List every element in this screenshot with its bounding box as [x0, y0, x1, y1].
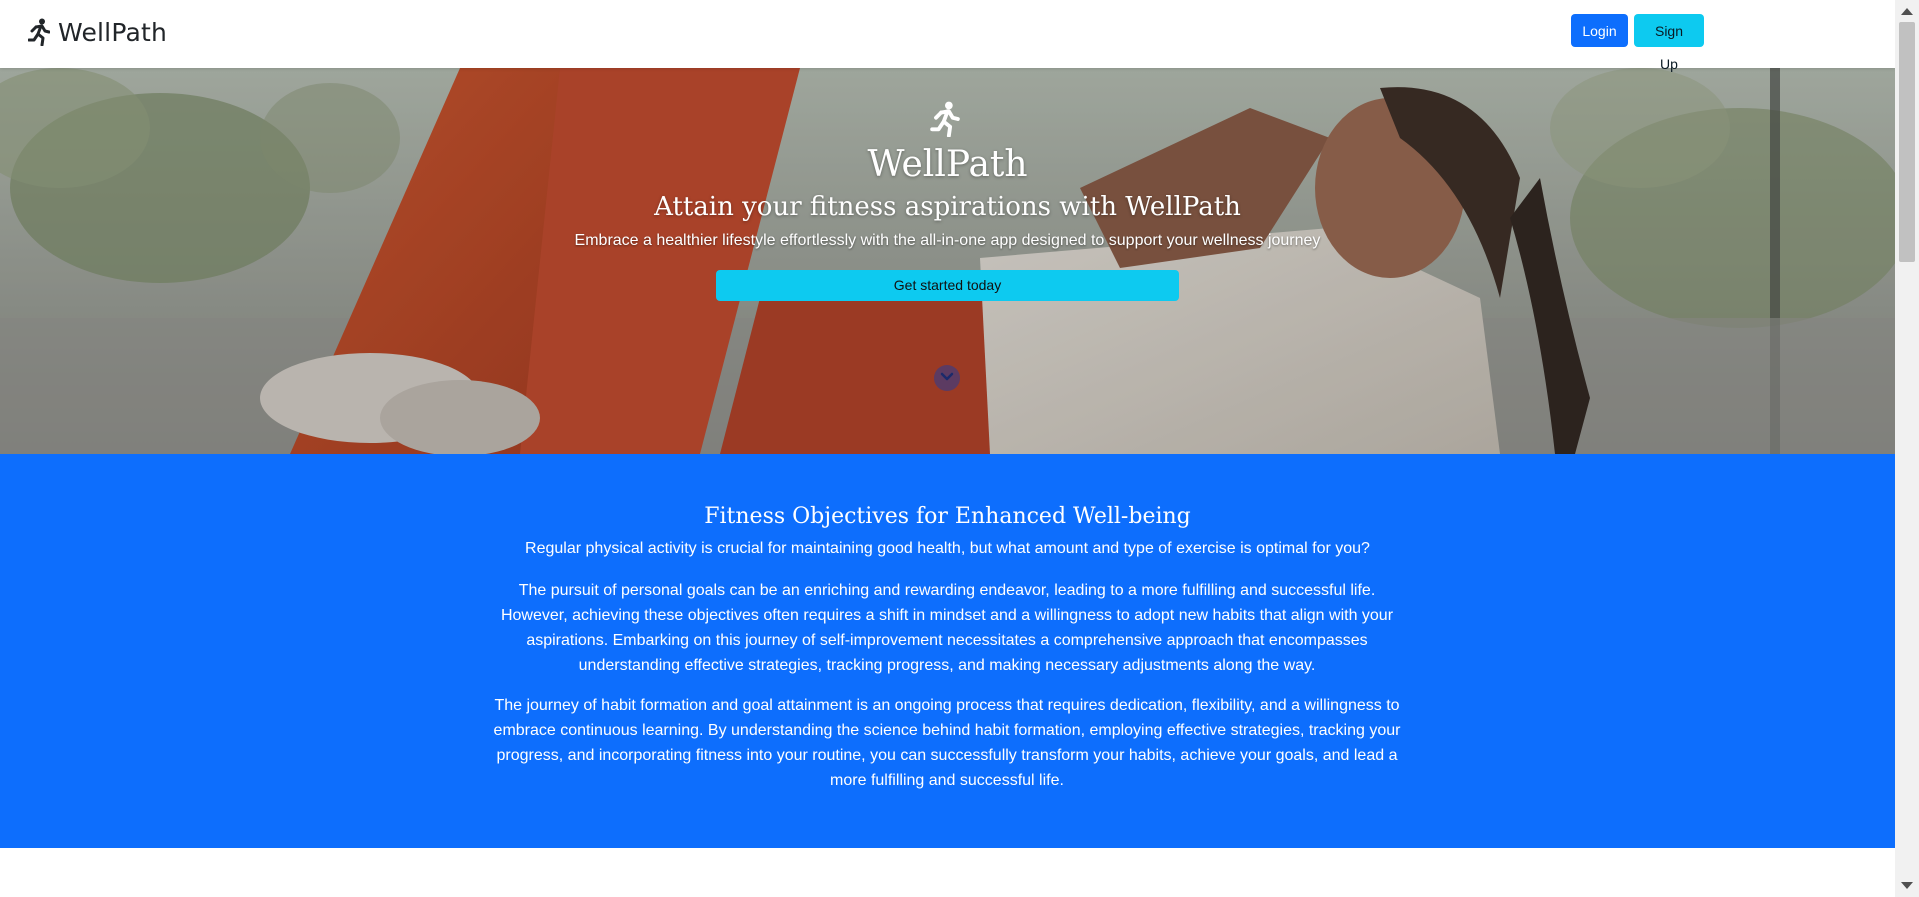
get-started-button[interactable]: Get started today: [716, 270, 1179, 301]
chevron-down-icon: [940, 369, 954, 387]
scroll-down-button[interactable]: [934, 365, 960, 391]
signup-button[interactable]: Sign Up: [1634, 14, 1704, 72]
section-paragraph: The pursuit of personal goals can be an …: [500, 582, 1394, 674]
nav-buttons: Login Sign Up: [1571, 14, 1704, 72]
hero-section: WellPath Attain your fitness aspirations…: [0, 68, 1895, 454]
hero-subtitle: Attain your fitness aspirations with Wel…: [654, 192, 1241, 222]
running-person-icon: [28, 18, 50, 46]
scroll-down-arrow-icon[interactable]: [1901, 882, 1913, 889]
running-person-icon: [930, 101, 960, 142]
page: WellPath Login Sign Up WellPath Attain y…: [0, 0, 1895, 897]
section-title: Fitness Objectives for Enhanced Well-bei…: [704, 504, 1191, 529]
brand-link[interactable]: WellPath: [28, 14, 167, 50]
section-lead: Regular physical activity is crucial for…: [525, 540, 1370, 557]
login-button[interactable]: Login: [1571, 14, 1628, 47]
section-paragraph: The journey of habit formation and goal …: [493, 697, 1401, 789]
scrollbar-thumb[interactable]: [1899, 22, 1915, 262]
scroll-up-arrow-icon[interactable]: [1901, 8, 1913, 15]
hero-lead-text: Embrace a healthier lifestyle effortless…: [574, 232, 1321, 249]
hero-title: WellPath: [867, 144, 1028, 185]
brand-name: WellPath: [58, 17, 168, 47]
navbar: WellPath Login Sign Up: [0, 0, 1895, 72]
fitness-objectives-section: Fitness Objectives for Enhanced Well-bei…: [0, 454, 1895, 848]
page-scrollbar[interactable]: [1895, 0, 1919, 897]
